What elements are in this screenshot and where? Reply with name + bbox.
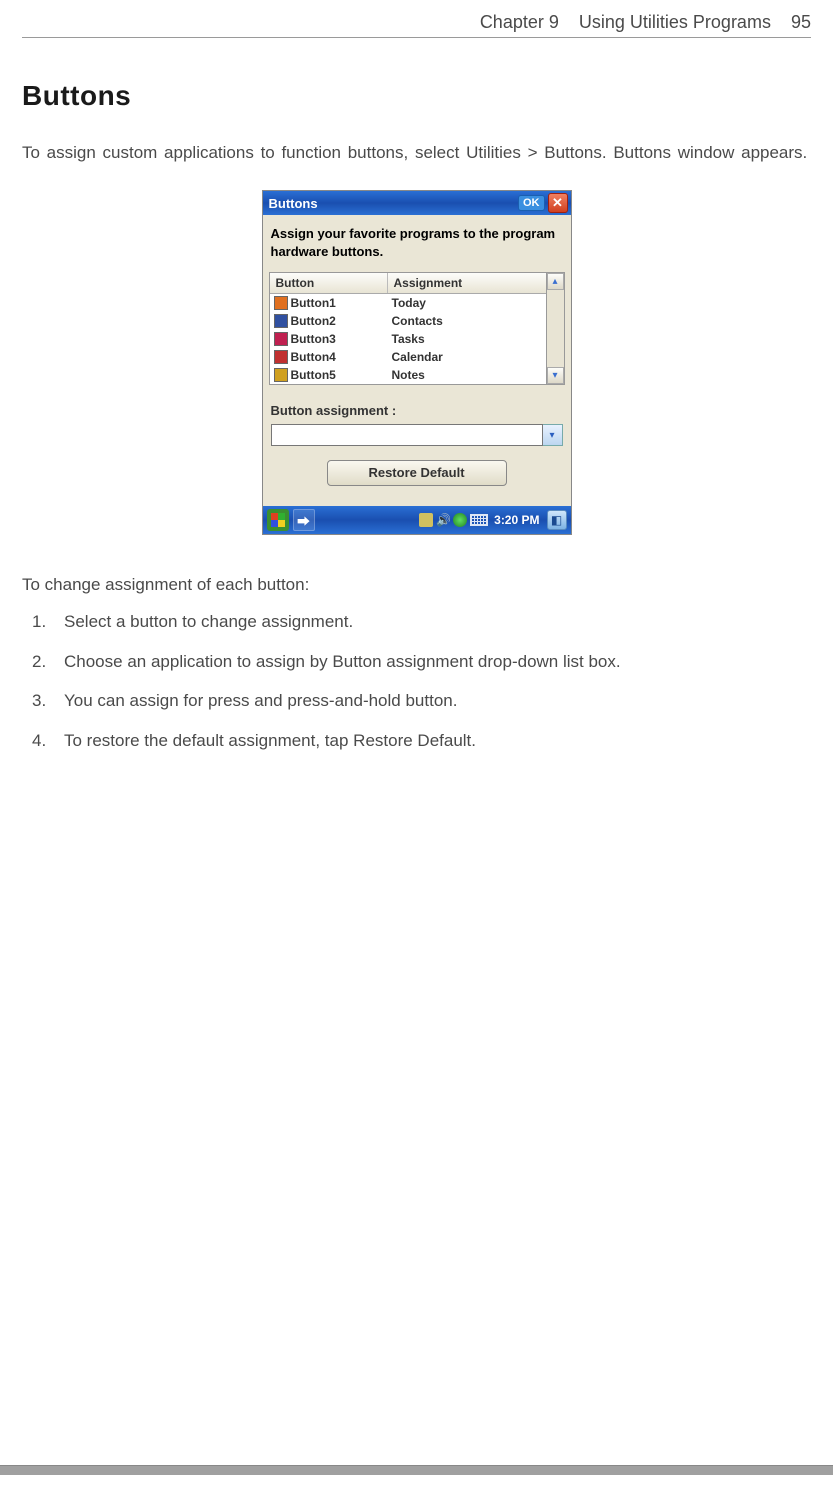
list-item: 1.Select a button to change assignment. [64,609,811,635]
screenshot-container: Buttons OK ✕ Assign your favorite progra… [22,190,811,535]
restore-default-button[interactable]: Restore Default [327,460,507,486]
chevron-down-icon: ▾ [552,370,557,381]
step-number: 3. [32,688,46,714]
home-icon [274,296,288,310]
assignment-cell: Calendar [388,349,546,365]
table-row[interactable]: Button2 Contacts [270,312,546,330]
vertical-scrollbar[interactable]: ▴ ▾ [547,272,565,385]
button-name: Button4 [291,350,336,364]
dropdown-toggle[interactable]: ▾ [543,424,563,446]
volume-icon[interactable]: 🔊 [436,513,450,527]
button-name: Button5 [291,368,336,382]
button-cell: Button1 [270,295,388,311]
list-item: 2.Choose an application to assign by But… [64,649,811,675]
chapter-label: Chapter 9 [480,12,559,32]
table-row[interactable]: Button5 Notes [270,366,546,384]
step-number: 1. [32,609,46,635]
step-number: 2. [32,649,46,675]
assignment-input[interactable] [271,424,543,446]
page-number: 95 [791,12,811,32]
assignment-dropdown[interactable]: ▾ [271,424,563,446]
notes-icon [274,368,288,382]
button-name: Button3 [291,332,336,346]
table-header-row: Button Assignment [270,273,546,294]
instructions-heading: To change assignment of each button: [22,575,811,595]
taskbar: ⮕ 🔊 3:20 PM ◧ [263,506,571,534]
close-icon: ✕ [552,195,563,211]
system-tray: 🔊 3:20 PM [419,513,539,527]
col-button-header[interactable]: Button [270,273,388,293]
calendar-icon [274,350,288,364]
col-assignment-header[interactable]: Assignment [388,273,546,293]
button-name: Button1 [291,296,336,310]
taskbar-clock[interactable]: 3:20 PM [494,513,539,527]
button-cell: Button2 [270,313,388,329]
button-cell: Button3 [270,331,388,347]
step-number: 4. [32,728,46,754]
buttons-dialog: Buttons OK ✕ Assign your favorite progra… [262,190,572,535]
dialog-instruction: Assign your favorite programs to the pro… [263,215,571,272]
network-icon[interactable] [453,513,467,527]
keyboard-icon[interactable] [470,514,488,526]
table-row[interactable]: Button3 Tasks [270,330,546,348]
button-cell: Button5 [270,367,388,383]
windows-flag-icon [271,513,285,527]
ok-button[interactable]: OK [518,195,545,211]
list-item: 3.You can assign for press and press-and… [64,688,811,714]
close-button[interactable]: ✕ [548,193,568,213]
assignment-cell: Tasks [388,331,546,347]
list-item: 4.To restore the default assignment, tap… [64,728,811,754]
chevron-down-icon: ▾ [549,430,554,441]
table-row[interactable]: Button1 Today [270,294,546,312]
show-desktop-button[interactable]: ◧ [547,510,567,530]
button-name: Button2 [291,314,336,328]
assignment-label: Button assignment : [271,403,563,418]
button-table[interactable]: Button Assignment Button1 Today Button2 Con… [269,272,547,385]
assignment-cell: Today [388,295,546,311]
page-header: Chapter 9 Using Utilities Programs 95 [22,12,811,38]
section-heading: Buttons [22,80,811,112]
assignment-section: Button assignment : ▾ Restore Default [263,385,571,506]
start-button[interactable] [267,509,289,531]
dialog-title: Buttons [269,196,519,211]
instruction-steps: 1.Select a button to change assignment. 2… [22,609,811,753]
taskbar-app-button[interactable]: ⮕ [293,509,315,531]
cursor-icon: ⮕ [297,511,310,530]
tray-icon-1[interactable] [419,513,433,527]
table-row[interactable]: Button4 Calendar [270,348,546,366]
scroll-down-arrow[interactable]: ▾ [547,367,564,384]
contacts-icon [274,314,288,328]
button-table-area: Button Assignment Button1 Today Button2 Con… [269,272,565,385]
assignment-cell: Contacts [388,313,546,329]
dialog-titlebar: Buttons OK ✕ [263,191,571,215]
chapter-title: Using Utilities Programs [579,12,771,32]
desktop-icon: ◧ [551,513,562,527]
page-footer-bar [0,1465,833,1475]
button-cell: Button4 [270,349,388,365]
tasks-icon [274,332,288,346]
assignment-cell: Notes [388,367,546,383]
scroll-up-arrow[interactable]: ▴ [547,273,564,290]
chevron-up-icon: ▴ [552,276,557,287]
intro-paragraph: To assign custom applications to functio… [22,140,811,166]
